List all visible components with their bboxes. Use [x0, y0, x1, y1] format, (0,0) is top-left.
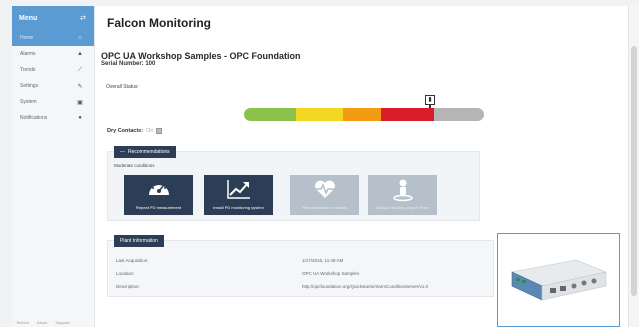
sidebar-item-label: System: [20, 99, 37, 105]
system-icon: ▣: [77, 99, 83, 106]
trend-up-icon: [226, 180, 250, 199]
info-value: OPC UA Workshop Samples: [302, 271, 360, 276]
device-image: [497, 233, 620, 327]
trend-icon: ⟋: [77, 66, 83, 73]
info-row: Last Acquisition: 1/17/2016, 11:49 AM: [116, 258, 343, 263]
main-content: Falcon Monitoring OPC UA Workshop Sample…: [95, 6, 628, 327]
footer-link[interactable]: Techno: [16, 320, 29, 325]
sidebar: Menu ⇄ Home ⌂ Alarms ▲ Trends ⟋ Settings…: [12, 6, 95, 327]
dry-contacts-value: On: [146, 128, 154, 134]
plant-information-panel: Plant Information Last Acquisition: 1/17…: [107, 235, 494, 297]
device-title: OPC UA Workshop Samples - OPC Foundation: [101, 51, 301, 61]
plant-information-title: Plant Information: [120, 238, 158, 244]
dry-contacts-indicator: [156, 128, 163, 134]
sidebar-item-home[interactable]: Home ⌂: [12, 30, 94, 46]
scrollbar[interactable]: [628, 6, 639, 327]
recommendations-subtitle: Moderate conditions: [114, 163, 155, 168]
sidebar-item-label: Trends: [20, 67, 36, 73]
gauge-segment-orange: [343, 108, 381, 121]
sidebar-item-label: Settings: [20, 83, 39, 89]
info-label: Last Acquisition:: [116, 258, 149, 263]
tile-contact-expert-team[interactable]: Contact Techimp Expert Team: [368, 175, 437, 215]
gauge-segment-green: [244, 108, 296, 121]
info-label: Description:: [116, 284, 140, 289]
bell-icon: ▲: [77, 51, 83, 57]
heartbeat-icon: [314, 180, 335, 198]
gauge-icon: [148, 183, 169, 195]
recommendations-panel: — Recommendations Moderate conditions Re…: [107, 146, 480, 221]
sidebar-item-system[interactable]: System ▣: [12, 94, 94, 110]
wrench-icon: ✎: [77, 83, 83, 90]
sidebar-item-label: Home: [20, 35, 34, 41]
page-title: Falcon Monitoring: [107, 16, 211, 30]
serial-number: Serial Number: 100: [101, 61, 156, 67]
tile-install-pd-monitoring[interactable]: Install PD monitoring system: [204, 175, 273, 215]
device-illustration: [511, 259, 608, 301]
info-icon: ●: [78, 115, 82, 121]
tile-label: Install PD monitoring system: [213, 205, 264, 210]
status-marker-icon: ▮: [425, 95, 435, 105]
info-label: Location:: [116, 271, 135, 276]
overall-status-label: Overall Status:: [106, 84, 139, 90]
scrollbar-thumb[interactable]: [631, 46, 637, 296]
home-icon: ⌂: [78, 35, 82, 41]
info-value: 1/17/2016, 11:49 AM: [302, 258, 344, 263]
person-pin-icon: [392, 179, 413, 202]
status-marker-stem: [429, 105, 431, 108]
sidebar-item-alarms[interactable]: Alarms ▲: [12, 46, 94, 62]
info-value: http://opcfoundation.org/Quickstarts/Ala…: [302, 284, 429, 289]
dry-contacts-label: Dry Contacts:: [107, 128, 144, 134]
recommendations-title: Recommendations: [128, 149, 170, 155]
menu-toggle-icon[interactable]: ⇄: [80, 14, 86, 22]
tile-repeat-pd-measurement[interactable]: Repeat PD measurement: [124, 175, 193, 215]
sidebar-item-settings[interactable]: Settings ✎: [12, 78, 94, 94]
status-gauge: [244, 108, 484, 121]
gauge-segment-yellow: [296, 108, 343, 121]
sidebar-item-trends[interactable]: Trends ⟋: [12, 62, 94, 78]
gauge-segment-grey: [434, 108, 484, 121]
menu-title: Menu: [19, 14, 38, 22]
collapse-icon: —: [120, 149, 125, 155]
tile-plan-maintenance[interactable]: Plan maintenance activity: [290, 175, 359, 215]
dry-contacts: Dry Contacts: On: [107, 128, 163, 134]
footer-link[interactable]: About: [37, 320, 47, 325]
sidebar-item-label: Alarms: [20, 51, 36, 57]
sidebar-header: Menu ⇄: [12, 6, 94, 30]
tile-label: Plan maintenance activity: [301, 205, 348, 210]
tile-label: Contact Techimp Expert Team: [375, 205, 430, 210]
plant-information-header[interactable]: Plant Information: [114, 235, 164, 247]
info-row: Description: http://opcfoundation.org/Qu…: [116, 284, 428, 289]
footer-link[interactable]: Support: [55, 320, 69, 325]
sidebar-footer: Techno About Support: [16, 320, 69, 325]
sidebar-item-label: Notifications: [20, 115, 48, 121]
info-row: Location: OPC UA Workshop Samples: [116, 271, 359, 276]
gauge-segment-red: [381, 108, 434, 121]
recommendations-header[interactable]: — Recommendations: [114, 146, 176, 158]
sidebar-item-notifications[interactable]: Notifications ●: [12, 110, 94, 126]
tile-label: Repeat PD measurement: [135, 205, 182, 210]
